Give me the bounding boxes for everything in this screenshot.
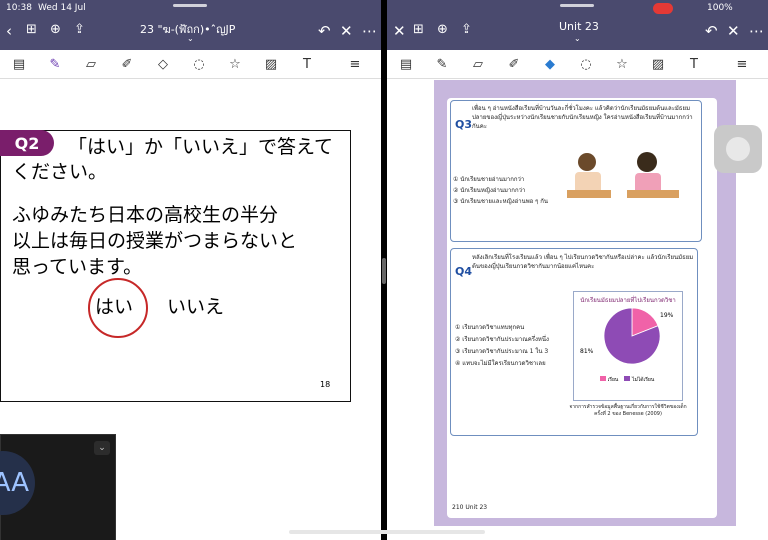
add-page-icon[interactable]: ⊕ [437, 22, 448, 37]
image-icon[interactable]: ▨ [649, 55, 667, 73]
back-icon[interactable]: ‹ [6, 22, 12, 40]
highlighter-icon[interactable]: ✐ [505, 55, 523, 73]
q3-label: Q3 [455, 118, 473, 131]
chart-title: นักเรียนมัธยมปลายที่ไปเรียนกวดวิชา [580, 297, 676, 304]
eraser-icon[interactable]: ▱ [469, 55, 487, 73]
left-nav-bar: 10:38 Wed 14 Jul ‹ ⊞ ⊕ ⇪ 23 "ฆ-(ฬ้ถก)•ˆ̂… [0, 0, 381, 50]
highlighter-icon[interactable]: ✐ [118, 55, 136, 73]
status-date: Wed 14 Jul [38, 3, 86, 13]
q4-option-1: ① เรียนกวดวิชาแทบทุกคน [455, 324, 525, 331]
q4-option-3: ③ เรียนกวดวิชากันประมาณ 1 ใน 3 [455, 348, 549, 355]
body-line-2: 以上は毎日の授業がつまらないと [12, 230, 298, 252]
document-title[interactable]: Unit 23 [559, 20, 599, 33]
lasso-icon[interactable]: ◌ [190, 55, 208, 73]
slide-page-number: 18 [320, 380, 331, 389]
multitask-handle[interactable] [173, 4, 207, 7]
battery-level: 100% [707, 3, 733, 13]
q3-option-3: ③ นักเรียนชายและหญิงอ่านพอ ๆ กัน [453, 198, 549, 205]
pen-tool-icon[interactable]: ✎ [46, 55, 64, 73]
lasso-icon[interactable]: ◌ [577, 55, 595, 73]
chart-legend: เรียน ไม่ได้เรียน [600, 376, 654, 384]
q3-option-1: ① นักเรียนชายอ่านมากกว่า [453, 176, 525, 183]
pen-tool-icon[interactable]: ✎ [433, 55, 451, 73]
pie-label-81: 81% [580, 348, 594, 355]
title-chevron-icon[interactable]: ⌄ [574, 34, 581, 43]
q3-option-2: ② นักเรียนหญิงอ่านมากกว่า [453, 187, 526, 194]
undo-icon[interactable]: ↶ [705, 22, 718, 40]
video-call-tile[interactable]: ⌄ AA [0, 434, 116, 540]
pie-chart [603, 307, 661, 365]
pie-chart-box: นักเรียนมัธยมปลายที่ไปเรียนกวดวิชา 19% 8… [573, 291, 683, 401]
assistive-touch-button[interactable] [714, 125, 762, 173]
close-icon[interactable]: ✕ [727, 22, 740, 40]
legend-label-2: ไม่ได้เรียน [631, 377, 655, 383]
body-line-3: 思っています。 [12, 256, 143, 278]
reader-mode-icon[interactable]: ▤ [10, 55, 28, 73]
question-line-1: 「はい」か「いいえ」で答えて [68, 136, 334, 158]
share-icon[interactable]: ⇪ [74, 22, 85, 37]
q3-text: เพื่อน ๆ อ่านหนังสือเรียนที่บ้านวันละกี่… [472, 105, 693, 130]
home-indicator[interactable] [289, 530, 485, 534]
recording-indicator-icon[interactable] [653, 3, 673, 14]
q4-option-4: ④ แทบจะไม่มีใครเรียนกวดวิชาเลย [455, 360, 546, 367]
legend-label-1: เรียน [607, 377, 619, 383]
chevron-down-icon[interactable]: ⌄ [94, 441, 110, 455]
students-illustration [567, 152, 679, 198]
title-chevron-icon[interactable]: ⌄ [187, 34, 194, 43]
avatar: AA [0, 451, 35, 515]
right-nav-bar: 100% ✕ ⊞ ⊕ ⇪ Unit 23 ⌄ ↶ ✕ ⋯ [387, 0, 768, 50]
legend-item-2: ไม่ได้เรียน [624, 376, 654, 384]
q4-label: Q4 [455, 265, 473, 278]
body-line-1: ふゆみたち日本の高校生の半分 [12, 204, 279, 226]
grid-icon[interactable]: ⊞ [26, 22, 37, 37]
legend-item-1: เรียน [600, 376, 618, 384]
close-icon[interactable]: ✕ [340, 22, 353, 40]
q4-text: หลังเลิกเรียนที่โรงเรียนแล้ว เพื่อน ๆ ไป… [472, 254, 694, 270]
left-app-pane: 10:38 Wed 14 Jul ‹ ⊞ ⊕ ⇪ 23 "ฆ-(ฬ้ถก)•ˆ̂… [0, 0, 381, 540]
more-icon[interactable]: ⋯ [749, 22, 764, 40]
multitask-handle-right[interactable] [560, 4, 594, 7]
text-tool-icon[interactable]: T [685, 55, 703, 73]
shapes-icon[interactable]: ◇ [154, 55, 172, 73]
answer-yes: はい [95, 296, 134, 318]
reader-mode-icon[interactable]: ▤ [397, 55, 415, 73]
close-doc-icon[interactable]: ✕ [393, 22, 406, 40]
sticker-icon[interactable]: ☆ [226, 55, 244, 73]
share-icon[interactable]: ⇪ [461, 22, 472, 37]
eraser-icon[interactable]: ▱ [82, 55, 100, 73]
pie-label-19: 19% [660, 312, 674, 319]
left-toolbar: ▤ ✎ ▱ ✐ ◇ ◌ ☆ ▨ T ≡ [0, 50, 381, 79]
question-badge: Q2 [0, 130, 54, 156]
text-tool-icon[interactable]: T [298, 55, 316, 73]
add-page-icon[interactable]: ⊕ [50, 22, 61, 37]
shapes-icon[interactable]: ◆ [541, 55, 559, 73]
undo-icon[interactable]: ↶ [318, 22, 331, 40]
color-picker-icon[interactable]: ≡ [346, 55, 364, 73]
status-time: 10:38 [6, 3, 32, 13]
answer-no: いいえ [167, 296, 225, 318]
q4-option-2: ② เรียนกวดวิชากันประมาณครึ่งหนึ่ง [455, 336, 549, 343]
question-line-2: ください。 [12, 161, 108, 183]
grid-icon[interactable]: ⊞ [413, 22, 424, 37]
image-icon[interactable]: ▨ [262, 55, 280, 73]
chart-source: จากการสำรวจข้อมูลพื้นฐานเกี่ยวกับการใช้ช… [569, 404, 687, 417]
divider-grip[interactable] [382, 258, 386, 284]
page-footer: 210 Unit 23 [452, 504, 488, 511]
sticker-icon[interactable]: ☆ [613, 55, 631, 73]
right-toolbar: ▤ ✎ ▱ ✐ ◆ ◌ ☆ ▨ T ≡ [387, 50, 768, 79]
color-picker-icon[interactable]: ≡ [733, 55, 751, 73]
more-icon[interactable]: ⋯ [362, 22, 377, 40]
